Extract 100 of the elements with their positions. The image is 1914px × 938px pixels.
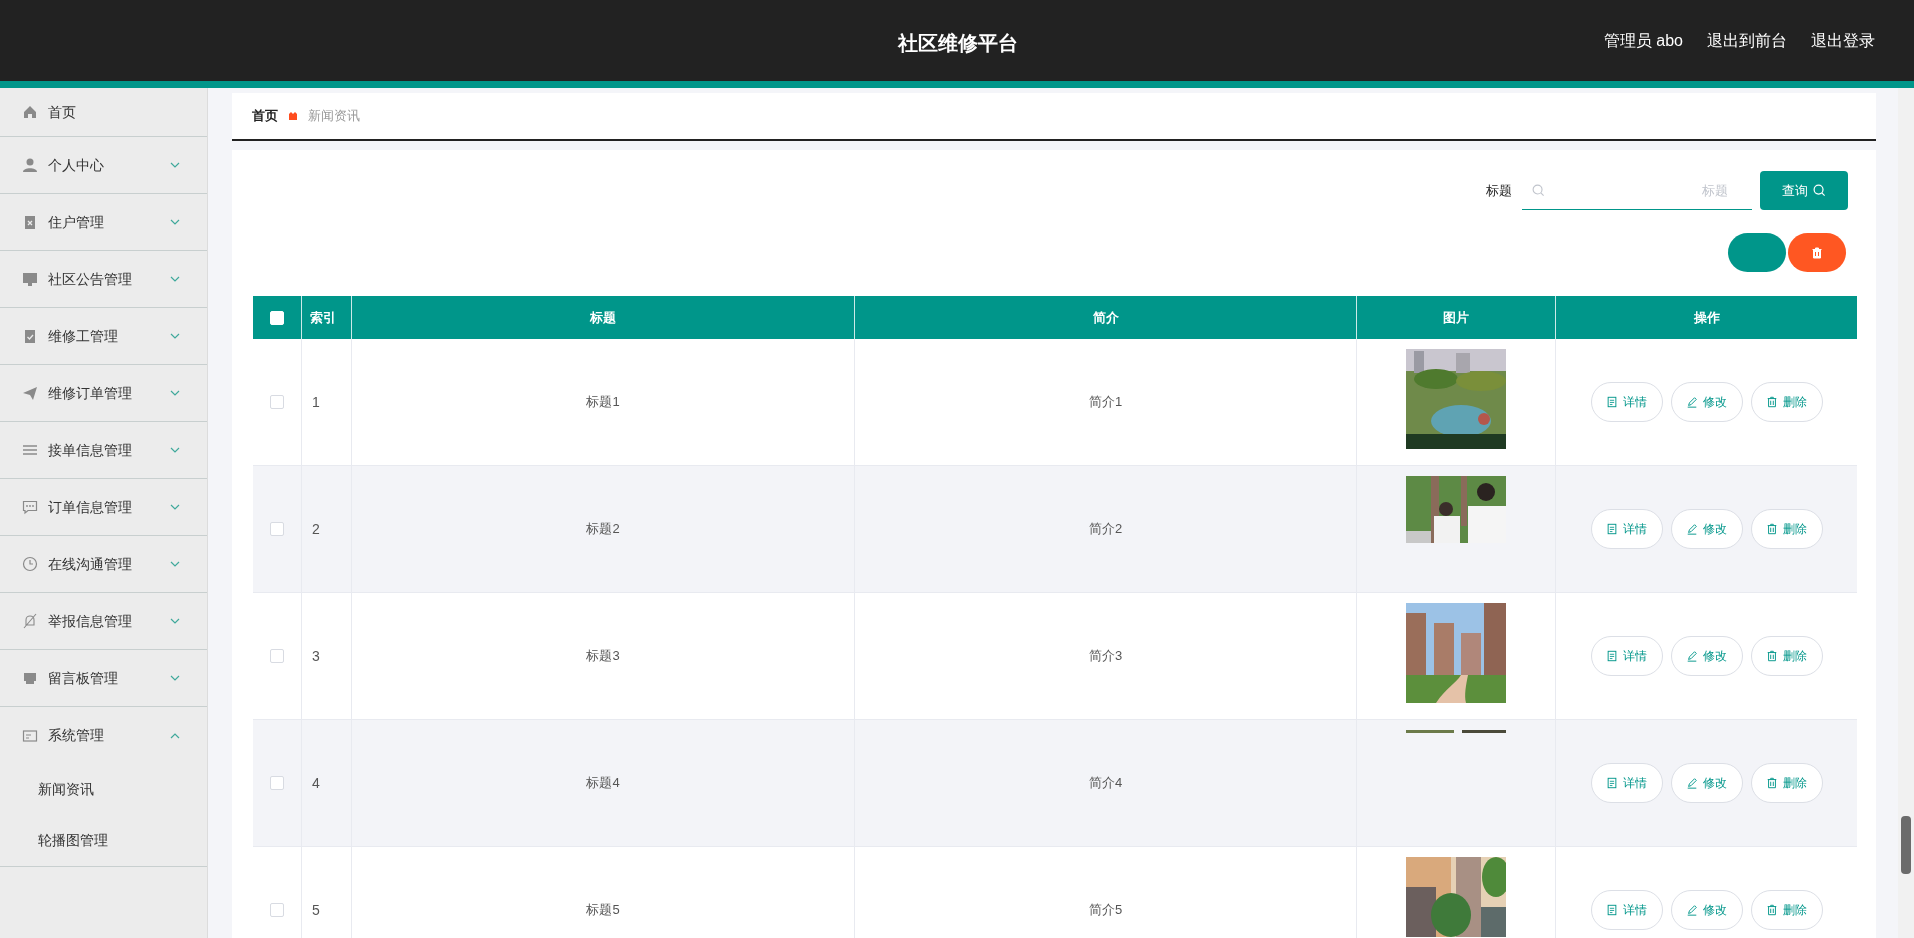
edit-button[interactable]: 修改 bbox=[1670, 890, 1743, 930]
menu-item[interactable]: 社区公告管理 bbox=[0, 251, 207, 308]
menu-item[interactable]: 接单信息管理 bbox=[0, 422, 207, 479]
chevron-down-icon bbox=[169, 217, 181, 227]
details-button[interactable]: 详情 bbox=[1590, 382, 1663, 422]
chevron-down-icon bbox=[169, 673, 181, 683]
table-cell-text: 标题4 bbox=[586, 774, 620, 793]
row-checkbox[interactable] bbox=[270, 903, 284, 917]
edit-button[interactable]: 修改 bbox=[1670, 509, 1743, 549]
scrollbar[interactable] bbox=[1898, 88, 1914, 938]
menu-label: 订单信息管理 bbox=[48, 497, 132, 517]
list-icon bbox=[22, 442, 38, 458]
menu-item[interactable]: 举报信息管理 bbox=[0, 593, 207, 650]
document-icon bbox=[1606, 523, 1618, 535]
delete-button[interactable]: 删除 bbox=[1750, 636, 1823, 676]
menu-label: 维修订单管理 bbox=[48, 383, 132, 403]
menu-item[interactable]: 维修工管理 bbox=[0, 308, 207, 365]
bell-off-icon bbox=[22, 613, 38, 629]
menu-label: 首页 bbox=[48, 102, 76, 122]
chevron-down-icon bbox=[169, 559, 181, 569]
column-header: 简介 bbox=[1092, 308, 1119, 327]
document-icon bbox=[1606, 904, 1618, 916]
trash-icon bbox=[1811, 246, 1823, 259]
chevron-down-icon bbox=[169, 274, 181, 284]
trash-icon bbox=[1766, 523, 1778, 535]
table-cell-text: 1 bbox=[312, 392, 320, 412]
details-button[interactable]: 详情 bbox=[1590, 509, 1663, 549]
menu-label: 系统管理 bbox=[48, 726, 104, 745]
menu-label: 接单信息管理 bbox=[48, 440, 132, 460]
pencil-icon bbox=[1686, 396, 1698, 408]
table-cell-text: 标题2 bbox=[586, 520, 620, 539]
search-button[interactable]: 查询 bbox=[1760, 171, 1848, 210]
table-cell-text: 2 bbox=[312, 519, 320, 539]
scrollbar-thumb[interactable] bbox=[1901, 816, 1911, 874]
document-icon bbox=[1606, 777, 1618, 789]
delete-button[interactable] bbox=[1788, 233, 1846, 272]
chat-icon bbox=[22, 499, 38, 515]
select-all-checkbox[interactable] bbox=[270, 310, 284, 325]
column-header: 索引 bbox=[310, 308, 336, 327]
menu-item[interactable]: 维修订单管理 bbox=[0, 365, 207, 422]
details-button[interactable]: 详情 bbox=[1590, 890, 1663, 930]
trash-icon bbox=[1766, 777, 1778, 789]
delete-button[interactable]: 删除 bbox=[1750, 509, 1823, 549]
submenu-item[interactable]: 新闻资讯 bbox=[0, 764, 207, 815]
table-cell-text: 5 bbox=[312, 900, 320, 920]
clipboard-icon bbox=[22, 214, 38, 230]
table-cell-text: 简介5 bbox=[1088, 901, 1123, 920]
monitor-icon bbox=[22, 271, 38, 287]
table-cell-text: 标题5 bbox=[586, 901, 620, 920]
edit-button[interactable]: 修改 bbox=[1670, 382, 1743, 422]
menu-item[interactable]: 住户管理 bbox=[0, 194, 207, 251]
table-cell-text: 简介4 bbox=[1088, 774, 1123, 793]
paper-plane-icon bbox=[22, 385, 38, 401]
chevron-down-icon bbox=[169, 388, 181, 398]
menu-label: 个人中心 bbox=[48, 155, 104, 175]
edit-button[interactable]: 修改 bbox=[1670, 763, 1743, 803]
delete-button[interactable]: 删除 bbox=[1750, 763, 1823, 803]
breadcrumb-current: 新闻资讯 bbox=[308, 107, 360, 126]
document-icon bbox=[1606, 396, 1618, 408]
trash-icon bbox=[1766, 904, 1778, 916]
pencil-icon bbox=[1686, 777, 1698, 789]
row-checkbox[interactable] bbox=[270, 776, 284, 790]
menu-item[interactable]: 个人中心 bbox=[0, 137, 207, 194]
trash-icon bbox=[1766, 650, 1778, 662]
tray-icon bbox=[22, 670, 38, 686]
add-button[interactable] bbox=[1728, 233, 1786, 272]
table-cell-text: 4 bbox=[312, 773, 320, 793]
row-checkbox[interactable] bbox=[270, 395, 284, 409]
menu-item[interactable]: 在线沟通管理 bbox=[0, 536, 207, 593]
menu-label: 维修工管理 bbox=[48, 326, 118, 346]
menu-item[interactable]: 订单信息管理 bbox=[0, 479, 207, 536]
details-button[interactable]: 详情 bbox=[1590, 636, 1663, 676]
document-icon bbox=[1606, 650, 1618, 662]
edit-button[interactable]: 修改 bbox=[1670, 636, 1743, 676]
breadcrumb-link[interactable]: 首页 bbox=[252, 106, 278, 126]
row-checkbox[interactable] bbox=[270, 522, 284, 536]
delete-button[interactable]: 删除 bbox=[1750, 382, 1823, 422]
menu-label: 举报信息管理 bbox=[48, 611, 132, 631]
search-icon bbox=[1532, 184, 1545, 197]
submenu-item[interactable]: 轮播图管理 bbox=[0, 815, 207, 866]
column-header: 标题 bbox=[590, 308, 616, 327]
app-title: 社区维修平台 bbox=[898, 31, 1018, 56]
table-cell-text: 标题3 bbox=[586, 647, 620, 666]
clipboard-check-icon bbox=[22, 328, 38, 344]
chevron-down-icon bbox=[169, 502, 181, 512]
search-icon bbox=[1813, 184, 1826, 197]
menu-item[interactable]: 首页 bbox=[0, 88, 207, 137]
logout-link[interactable]: 退出到前台 bbox=[1707, 28, 1787, 53]
user-icon bbox=[22, 157, 38, 173]
user-link[interactable]: 管理员 abo bbox=[1603, 28, 1683, 53]
row-checkbox[interactable] bbox=[270, 649, 284, 663]
logout-link[interactable]: 退出登录 bbox=[1811, 28, 1875, 53]
menu-label: 留言板管理 bbox=[48, 668, 118, 688]
search-label: 标题 bbox=[1486, 181, 1512, 200]
table-cell-text: 简介3 bbox=[1088, 647, 1123, 666]
search-field[interactable]: 标题 bbox=[1522, 171, 1752, 210]
details-button[interactable]: 详情 bbox=[1590, 763, 1663, 803]
delete-button[interactable]: 删除 bbox=[1750, 890, 1823, 930]
table-cell-text: 简介1 bbox=[1088, 393, 1123, 412]
clock-icon bbox=[22, 556, 38, 572]
